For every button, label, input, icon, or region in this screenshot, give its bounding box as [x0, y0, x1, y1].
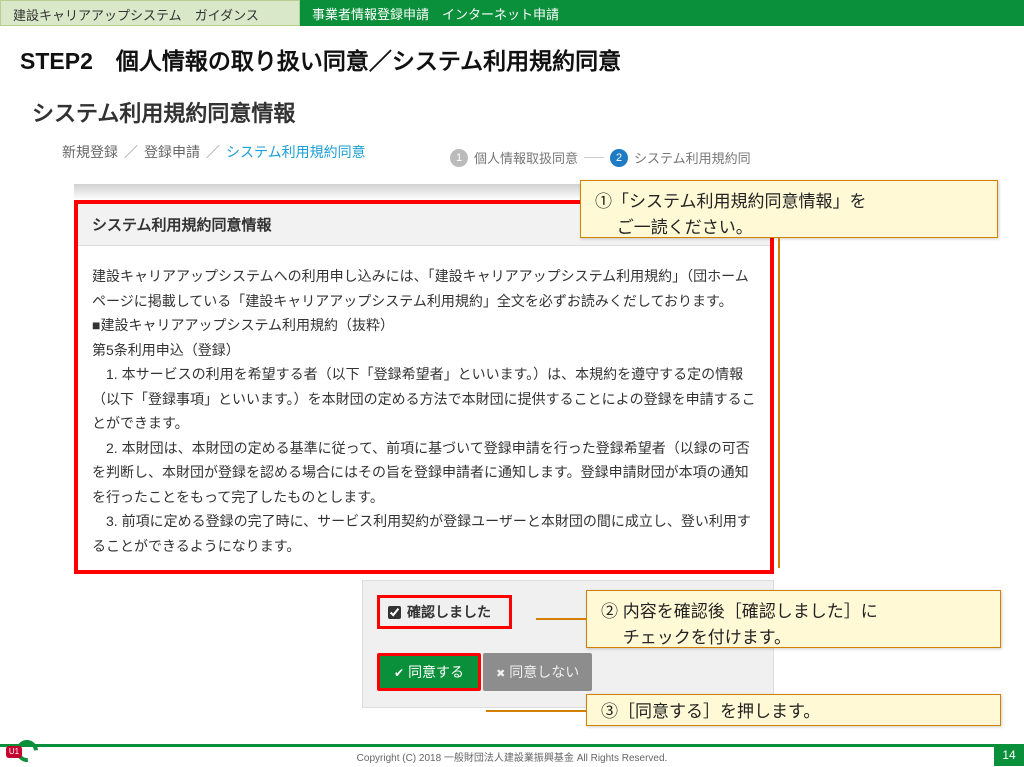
disagree-button[interactable]: 同意しない [483, 653, 592, 691]
callout-3: ③［同意する］を押します。 [586, 694, 1001, 726]
callout-2: ② 内容を確認後［確認しました］に チェックを付けます。 [586, 590, 1001, 648]
button-row: 同意する 同意しない [377, 653, 759, 691]
breadcrumb-item[interactable]: 新規登録 [62, 142, 118, 162]
breadcrumb-sep: ／ [124, 142, 138, 162]
breadcrumb-sep: ／ [206, 142, 220, 162]
agree-button-label: 同意する [408, 662, 464, 682]
wizard-dash [584, 157, 604, 158]
x-icon [496, 664, 505, 680]
terms-text: 2. 本財団は、本財団の定める基準に従って、前項に基づいて登録申請を行った登録希… [92, 436, 756, 510]
confirm-checkbox-label: 確認しました [407, 602, 491, 622]
callout-connector [778, 238, 780, 568]
header-left: 建設キャリアアップシステム ガイダンス [0, 0, 300, 26]
disagree-button-label: 同意しない [509, 662, 579, 682]
logo: U1 [6, 740, 36, 764]
header-right: 事業者情報登録申請 インターネット申請 [300, 0, 1024, 26]
callout-1: ①「システム利用規約同意情報」を ご一読ください。 [580, 180, 998, 238]
terms-text: 1. 本サービスの利用を希望する者（以下「登録希望者」といいます。）は、本規約を… [92, 362, 756, 436]
terms-panel: システム利用規約同意情報 建設キャリアアップシステムへの利用申し込みには、「建設… [74, 184, 774, 574]
wizard-step-num-active: 2 [610, 149, 628, 167]
confirm-checkbox[interactable] [388, 606, 401, 619]
terms-text: 建設キャリアアップシステムへの利用申し込みには、「建設キャリアアップシステム利用… [92, 264, 756, 313]
footer: Copyright (C) 2018 一般財団法人建設業振興基金 All Rig… [0, 744, 1024, 766]
agree-button[interactable]: 同意する [377, 653, 481, 691]
breadcrumb-item-active: システム利用規約同意 [226, 142, 366, 162]
wizard-step-num: 1 [450, 149, 468, 167]
slide-header: 建設キャリアアップシステム ガイダンス 事業者情報登録申請 インターネット申請 [0, 0, 1024, 26]
check-icon [394, 664, 404, 680]
section-title: システム利用規約同意情報 [0, 84, 1024, 138]
wizard-step-label: 個人情報取扱同意 [474, 148, 578, 167]
terms-highlight-box: システム利用規約同意情報 建設キャリアアップシステムへの利用申し込みには、「建設… [74, 200, 774, 574]
callout-connector [536, 618, 586, 620]
step-title: STEP2 個人情報の取り扱い同意／システム利用規約同意 [0, 26, 1024, 84]
terms-text: ■建設キャリアアップシステム利用規約（抜粋） [92, 313, 756, 338]
panel-body: 建設キャリアアップシステムへの利用申し込みには、「建設キャリアアップシステム利用… [78, 246, 770, 570]
logo-u-badge: U1 [6, 746, 22, 758]
terms-text: 3. 前項に定める登録の完了時に、サービス利用契約が登録ユーザーと本財団の間に成… [92, 509, 756, 558]
terms-text: 第5条利用申込（登録） [92, 338, 756, 363]
confirm-checkbox-row[interactable]: 確認しました [377, 595, 512, 629]
breadcrumb-item[interactable]: 登録申請 [144, 142, 200, 162]
callout-connector [486, 710, 586, 712]
copyright-text: Copyright (C) 2018 一般財団法人建設業振興基金 All Rig… [357, 749, 668, 764]
wizard-steps: 1 個人情報取扱同意 2 システム利用規約同 [450, 148, 751, 167]
page-number: 14 [994, 744, 1024, 766]
wizard-step-label: システム利用規約同 [634, 148, 751, 167]
